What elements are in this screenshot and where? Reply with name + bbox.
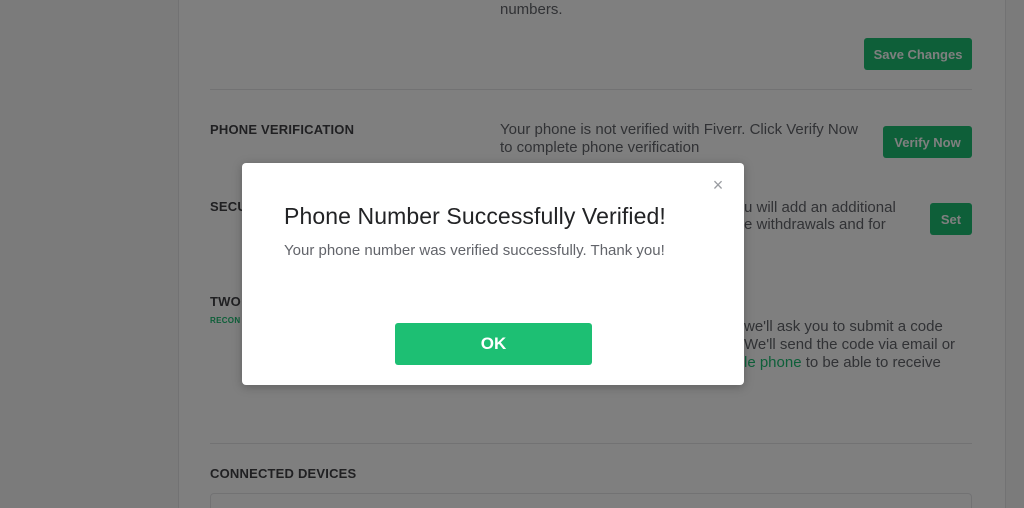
- verification-success-modal: × Phone Number Successfully Verified! Yo…: [242, 163, 744, 385]
- modal-title: Phone Number Successfully Verified!: [284, 203, 666, 229]
- modal-message: Your phone number was verified successfu…: [284, 242, 665, 259]
- ok-button[interactable]: OK: [395, 323, 592, 365]
- close-icon[interactable]: ×: [710, 176, 726, 194]
